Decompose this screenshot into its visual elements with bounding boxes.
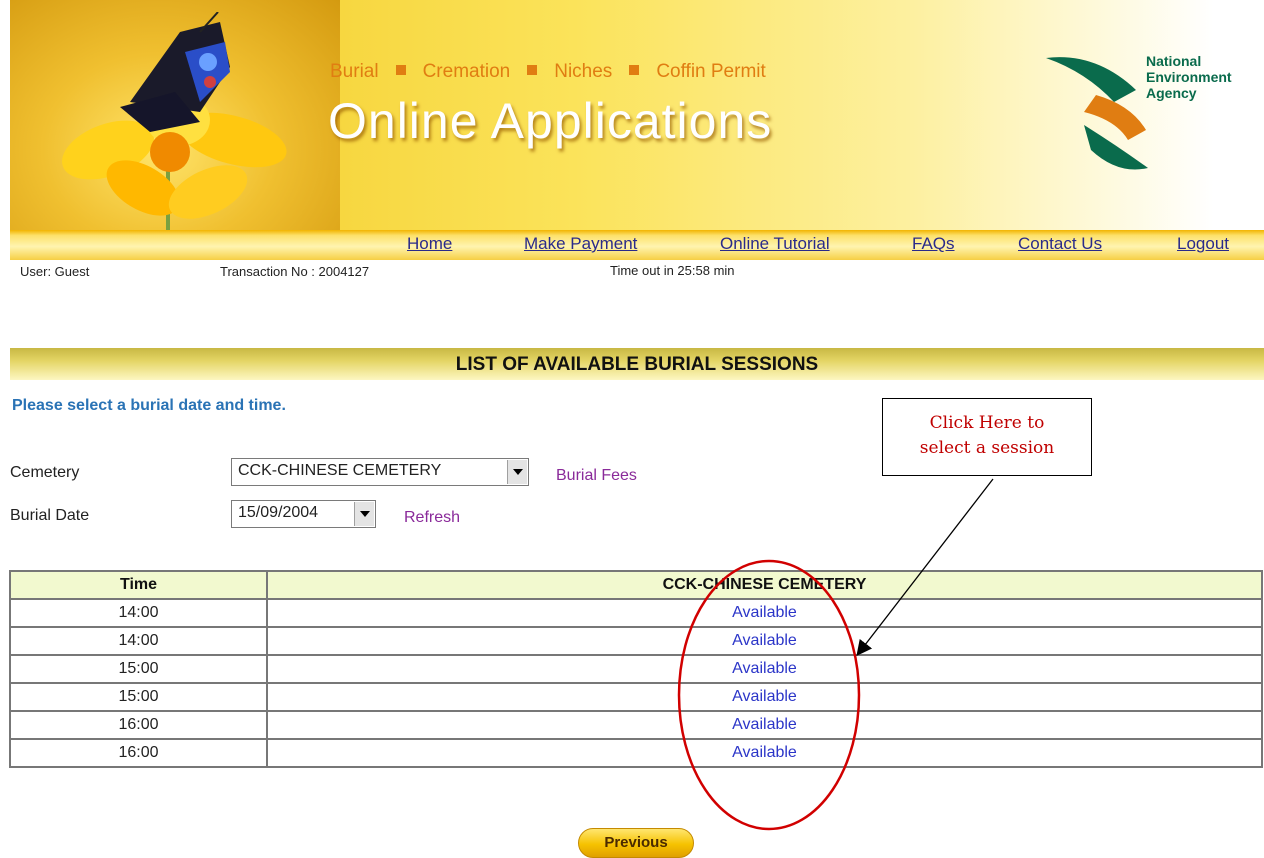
- banner-title: Online Applications: [328, 93, 773, 149]
- callout-text: Click Here to select a session: [919, 413, 1055, 458]
- nea-agency-name: National Environment Agency: [1146, 53, 1232, 101]
- table-row: 14:00 Available: [9, 626, 1263, 656]
- user-status: User: Guest: [20, 264, 90, 279]
- section-title: LIST OF AVAILABLE BURIAL SESSIONS: [455, 354, 819, 375]
- nav-contact-us-link[interactable]: Contact Us: [1018, 234, 1102, 254]
- session-available-link[interactable]: Available: [266, 654, 1263, 684]
- session-time: 15:00: [9, 654, 268, 684]
- nav-home-link[interactable]: Home: [407, 234, 452, 254]
- burial-date-value: 15/09/2004: [238, 504, 319, 521]
- session-available-link[interactable]: Available: [266, 738, 1263, 768]
- table-row: 16:00 Available: [9, 710, 1263, 740]
- nav-make-payment-link[interactable]: Make Payment: [524, 234, 637, 254]
- burial-fees-link[interactable]: Burial Fees: [556, 467, 637, 485]
- header-banner: Burial Cremation Niches Coffin Permit Onlin…: [10, 0, 1264, 230]
- session-time: 16:00: [9, 738, 268, 768]
- agency-line: National: [1146, 53, 1202, 69]
- agency-line: Environment: [1146, 69, 1232, 85]
- session-available-link[interactable]: Available: [266, 682, 1263, 712]
- refresh-link[interactable]: Refresh: [404, 509, 460, 527]
- cemetery-select-value: CCK-CHINESE CEMETERY: [238, 462, 442, 479]
- session-time: 16:00: [9, 710, 268, 740]
- table-header-row: Time CCK-CHINESE CEMETERY: [9, 570, 1263, 600]
- nav-logout-link[interactable]: Logout: [1177, 234, 1229, 254]
- sessions-table: Time CCK-CHINESE CEMETERY 14:00 Availabl…: [9, 570, 1263, 768]
- burial-date-label: Burial Date: [10, 507, 90, 524]
- dropdown-arrow-icon[interactable]: [507, 460, 527, 484]
- section-header-bar: LIST OF AVAILABLE BURIAL SESSIONS: [10, 348, 1264, 380]
- instruction-text: Please select a burial date and time.: [12, 397, 286, 414]
- session-available-link[interactable]: Available: [266, 710, 1263, 740]
- table-row: 15:00 Available: [9, 682, 1263, 712]
- table-row: 15:00 Available: [9, 654, 1263, 684]
- service-niches: Niches: [554, 61, 613, 82]
- time-column-header: Time: [9, 570, 268, 600]
- session-available-link[interactable]: Available: [266, 598, 1263, 628]
- service-burial: Burial: [330, 61, 379, 82]
- service-links: Burial Cremation Niches Coffin Permit: [330, 61, 766, 83]
- table-row: 14:00 Available: [9, 598, 1263, 628]
- session-time: 14:00: [9, 598, 268, 628]
- session-timeout: Time out in 25:58 min: [610, 263, 735, 278]
- cemetery-column-header: CCK-CHINESE CEMETERY: [266, 570, 1263, 600]
- bullet-square-icon: [527, 65, 538, 75]
- bullet-square-icon: [629, 65, 640, 75]
- cemetery-label: Cemetery: [10, 464, 80, 481]
- service-cremation: Cremation: [422, 61, 511, 82]
- nav-bar: Home Make Payment Online Tutorial FAQs C…: [10, 230, 1264, 260]
- service-coffin-permit: Coffin Permit: [656, 61, 766, 82]
- burial-date-select[interactable]: 15/09/2004: [231, 500, 376, 528]
- nav-faqs-link[interactable]: FAQs: [912, 234, 955, 254]
- session-time: 14:00: [9, 626, 268, 656]
- dropdown-arrow-icon[interactable]: [354, 502, 374, 526]
- bullet-square-icon: [395, 65, 406, 75]
- callout-box: Click Here to select a session: [882, 398, 1092, 476]
- agency-line: Agency: [1146, 85, 1197, 101]
- cemetery-select[interactable]: CCK-CHINESE CEMETERY: [231, 458, 529, 486]
- nav-online-tutorial-link[interactable]: Online Tutorial: [720, 234, 830, 254]
- previous-button[interactable]: Previous: [578, 828, 694, 858]
- session-available-link[interactable]: Available: [266, 626, 1263, 656]
- session-time: 15:00: [9, 682, 268, 712]
- butterfly-image: [120, 12, 230, 132]
- transaction-number: Transaction No : 2004127: [220, 264, 370, 279]
- table-row: 16:00 Available: [9, 738, 1263, 768]
